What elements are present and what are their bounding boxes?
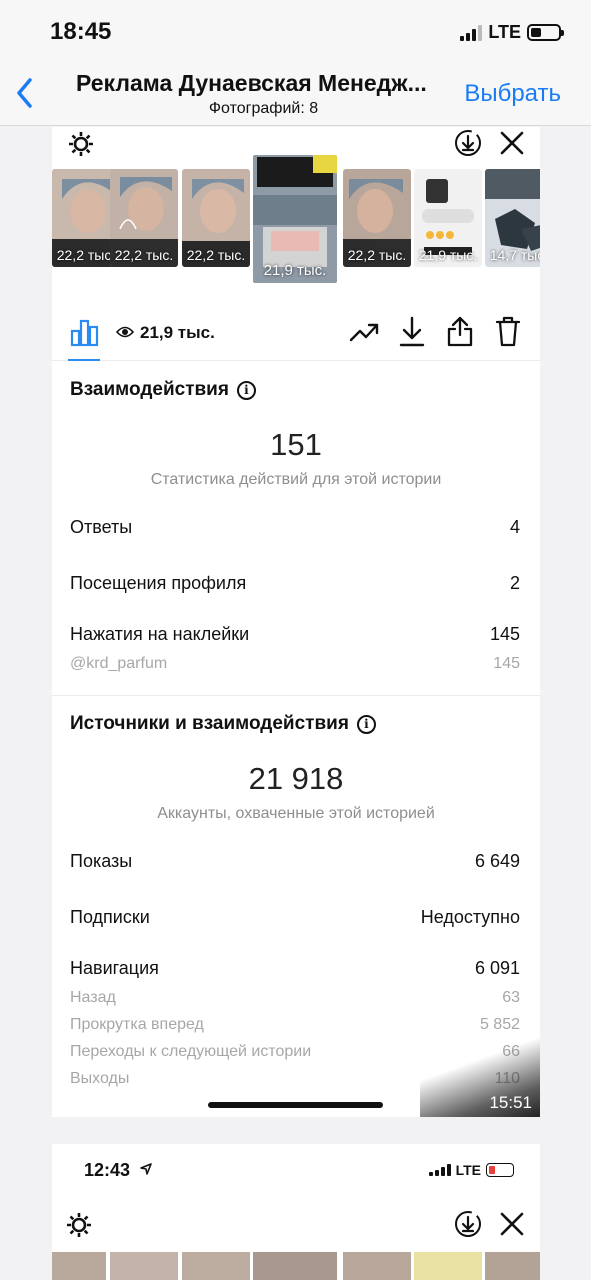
story-reach: 21,9 тыс. [140, 323, 215, 342]
stat-row-sticker-taps: Нажатия на наклейки 145 [70, 624, 520, 645]
insights-tab-underline [68, 359, 100, 361]
navigation-bar: Реклама Дунаевская Менедж... Фотографий:… [0, 62, 591, 126]
story-toolbar: 21,9 тыс. [52, 305, 540, 361]
download-icon[interactable] [396, 315, 428, 349]
sources-caption: Аккаунты, охваченные этой историей [157, 805, 435, 822]
info-icon[interactable]: i [236, 380, 256, 400]
thumbnail-views: 22,2 тыс. [347, 247, 407, 263]
download-circle-icon[interactable] [452, 127, 484, 159]
home-indicator [208, 1102, 383, 1108]
stat-label: Посещения профиля [70, 573, 247, 593]
info-icon[interactable]: i [356, 714, 376, 734]
stat-value: 5 852 [479, 1016, 520, 1033]
trash-icon[interactable] [492, 313, 524, 349]
stat-row-sticker-mention: @krd_parfum 145 [70, 655, 520, 673]
back-button[interactable] [14, 76, 44, 112]
status-time: 18:45 [50, 18, 112, 45]
section-divider [52, 695, 540, 696]
status-indicators: LTE [428, 1162, 514, 1178]
photo-count: Фотографий: 8 [208, 100, 319, 117]
settings-icon[interactable] [64, 1210, 94, 1240]
stat-value: 6 649 [474, 851, 520, 871]
status-bar: 18:45 LTE [0, 0, 591, 62]
story-thumbnails: 22,2 тыс. 22,2 тыс. 22,2 тыс. 21,9 тыс. … [52, 155, 540, 345]
story-thumbnail[interactable]: 22,2 тыс. [110, 169, 178, 267]
interactions-title: Взаимодействия [70, 379, 229, 400]
close-icon[interactable] [496, 127, 528, 159]
story-thumbnail[interactable]: 22,2 тыс. [182, 169, 250, 267]
interactions-header: Взаимодействия i [70, 379, 256, 401]
album-title: Реклама Дунаевская Менедж... [76, 70, 427, 96]
sources-header: Источники и взаимодействия i [70, 713, 376, 735]
trending-up-icon[interactable] [348, 317, 382, 347]
insights-tab-icon[interactable] [70, 319, 100, 352]
status-indicators: LTE [460, 22, 564, 43]
sources-total: 21 918 [248, 761, 344, 796]
stat-label: Ответы [70, 517, 133, 537]
screenshot-next[interactable]: 12:43 LTE [52, 1144, 540, 1280]
stat-row-back: Назад 63 [70, 989, 520, 1007]
stat-label: Показы [70, 851, 133, 871]
stat-value: Недоступно [420, 907, 520, 927]
interactions-total: 151 [270, 427, 322, 462]
chevron-left-icon [17, 78, 32, 108]
battery-low-icon [486, 1163, 514, 1177]
story-thumbnail[interactable]: 21,9 тыс. [414, 169, 482, 267]
network-type: LTE [455, 1162, 481, 1178]
stat-label: Нажатия на наклейки [70, 624, 250, 644]
stat-value: 2 [509, 573, 520, 593]
stat-value: 4 [509, 517, 520, 537]
network-type: LTE [488, 22, 521, 42]
stat-row-replies: Ответы 4 [70, 517, 520, 538]
thumbnail-views: 22,2 тыс. [186, 247, 246, 263]
screenshot-story-insights[interactable]: 22,2 тыс. 22,2 тыс. 22,2 тыс. 21,9 тыс. … [52, 127, 540, 1117]
close-icon[interactable] [496, 1208, 528, 1240]
signal-icon [428, 1164, 451, 1176]
battery-icon [527, 24, 564, 41]
stat-label: Выходы [70, 1070, 130, 1087]
stat-row-profile-visits: Посещения профиля 2 [70, 573, 520, 594]
stat-row-follows: Подписки Недоступно [70, 907, 520, 928]
second-status-time: 12:43 [84, 1160, 131, 1180]
active-thumbnail-pointer [284, 292, 306, 303]
stat-value: 63 [502, 989, 520, 1006]
thumbnail-views: 14,7 тыс. [489, 247, 540, 263]
video-duration: 15:51 [489, 1093, 532, 1112]
interactions-caption: Статистика действий для этой истории [150, 471, 442, 488]
stat-value: 145 [493, 655, 520, 672]
stat-row-navigation: Навигация 6 091 [70, 958, 520, 979]
signal-icon [460, 24, 483, 41]
thumbnail-views: 22,2 тыс. [114, 247, 174, 263]
settings-icon[interactable] [66, 129, 96, 159]
stat-label: Назад [70, 989, 116, 1006]
story-thumbnails [52, 1246, 540, 1280]
location-arrow-icon [140, 1163, 152, 1175]
thumbnail-views: 21,9 тыс. [263, 262, 327, 279]
select-button[interactable]: Выбрать [464, 80, 561, 108]
stat-label: Навигация [70, 958, 159, 978]
status-time: 12:43 [84, 1160, 153, 1181]
story-thumbnail[interactable]: 14,7 тыс. [485, 169, 540, 267]
stat-label: Прокрутка вперед [70, 1016, 204, 1033]
stat-label: Подписки [70, 907, 150, 927]
stat-label: Переходы к следующей истории [70, 1043, 312, 1060]
sources-title: Источники и взаимодействия [70, 713, 349, 734]
stat-label: @krd_parfum [70, 655, 168, 672]
story-thumbnail-active[interactable]: 21,9 тыс. [253, 155, 337, 283]
stat-value: 145 [489, 624, 520, 644]
story-thumbnail[interactable]: 22,2 тыс. [343, 169, 411, 267]
share-icon[interactable] [444, 313, 476, 349]
views-eye-icon [115, 325, 135, 344]
stat-value: 6 091 [474, 958, 520, 978]
stat-row-forward: Прокрутка вперед 5 852 [70, 1016, 520, 1034]
stat-row-impressions: Показы 6 649 [70, 851, 520, 872]
download-circle-icon[interactable] [452, 1208, 484, 1240]
thumbnail-views: 21,9 тыс. [418, 247, 478, 263]
